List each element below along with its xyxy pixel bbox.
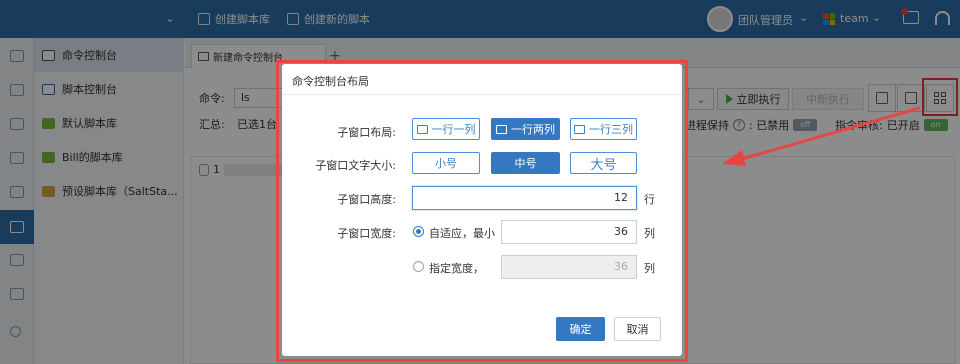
width-fixed-input[interactable]: 36	[501, 255, 637, 279]
layout-option-label: 一行一列	[431, 123, 476, 136]
layout-label: 子窗口布局:	[337, 126, 396, 139]
layout-3col-icon	[574, 124, 585, 134]
width-min-input[interactable]: 36	[501, 220, 637, 244]
width-label: 子窗口宽度:	[337, 227, 396, 240]
width-auto-radio[interactable]	[413, 226, 424, 237]
font-size-small[interactable]: 小号	[412, 152, 480, 174]
font-size-large[interactable]: 大号	[570, 152, 637, 174]
font-size-medium[interactable]: 中号	[491, 152, 560, 174]
width-fixed-radio[interactable]	[413, 261, 424, 272]
layout-dialog: 命令控制台布局 子窗口布局: 一行一列 一行两列 一行三列 子窗口文字大小: 小…	[282, 64, 682, 356]
layout-option-label: 一行两列	[511, 123, 555, 136]
width-fixed-label: 指定宽度，	[429, 262, 484, 275]
height-label: 子窗口高度:	[337, 193, 396, 206]
layout-2col-icon	[496, 124, 507, 134]
width-fixed-unit: 列	[644, 262, 655, 275]
layout-option-2col[interactable]: 一行两列	[491, 118, 560, 140]
width-min-unit: 列	[644, 227, 655, 240]
layout-option-1col[interactable]: 一行一列	[412, 118, 480, 140]
height-input[interactable]: 12	[412, 186, 637, 210]
confirm-button[interactable]: 确定	[556, 317, 605, 341]
height-unit: 行	[644, 193, 655, 206]
layout-option-label: 一行三列	[589, 123, 633, 136]
width-auto-label: 自适应，最小	[429, 227, 495, 240]
cancel-button[interactable]: 取消	[614, 317, 661, 341]
font-size-label: 子窗口文字大小:	[315, 159, 396, 172]
layout-1col-icon	[416, 124, 428, 134]
divider	[282, 94, 682, 95]
dialog-title: 命令控制台布局	[292, 75, 369, 88]
layout-option-3col[interactable]: 一行三列	[570, 118, 637, 140]
